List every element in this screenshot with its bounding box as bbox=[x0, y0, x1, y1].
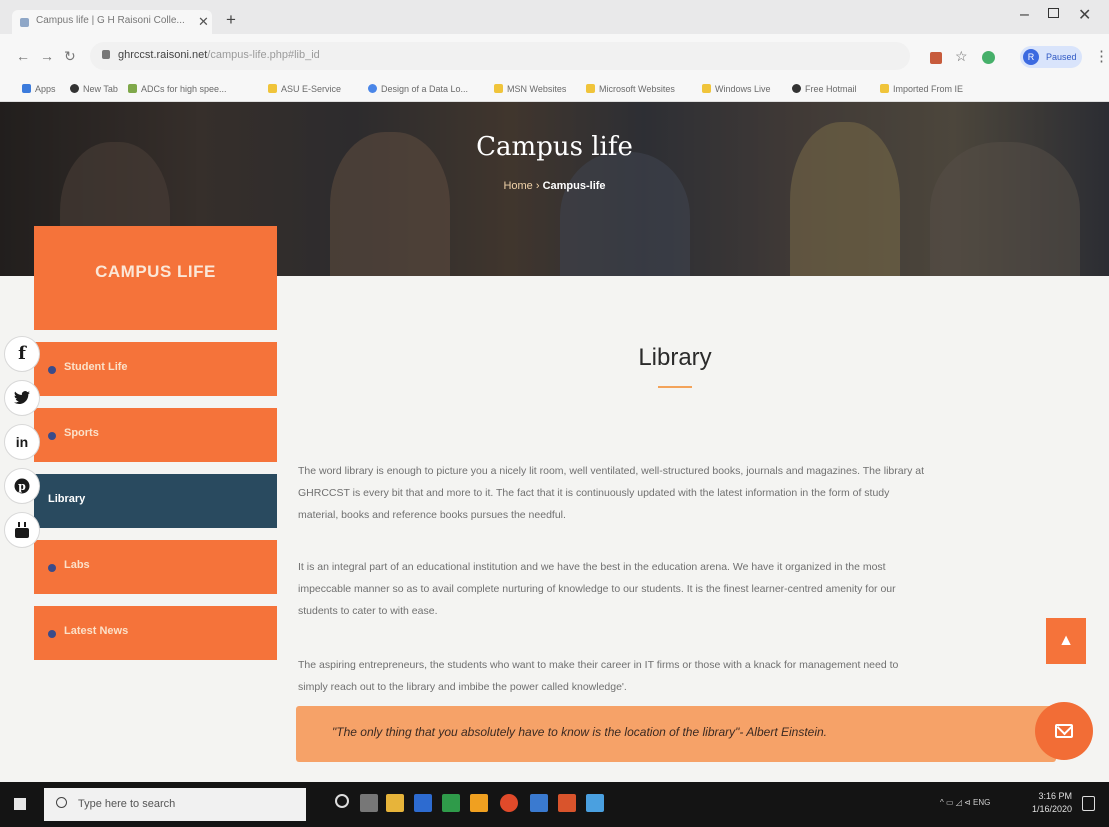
bullet-icon bbox=[48, 564, 56, 572]
bookmark-microsoft[interactable]: Microsoft Websites bbox=[586, 84, 675, 94]
linkedin-icon[interactable]: in bbox=[4, 424, 40, 460]
youtube-icon[interactable] bbox=[4, 512, 40, 548]
paragraph-intro: The word library is enough to picture yo… bbox=[298, 465, 925, 521]
mail-button[interactable] bbox=[1035, 702, 1093, 760]
cortana-icon[interactable] bbox=[335, 794, 349, 808]
twitter-icon[interactable] bbox=[4, 380, 40, 416]
sidebar-item-label: Latest News bbox=[64, 625, 129, 637]
avatar: R bbox=[1023, 49, 1039, 65]
bullet-icon bbox=[48, 366, 56, 374]
outlook-icon[interactable] bbox=[414, 794, 432, 812]
bookmark-hotmail[interactable]: Free Hotmail bbox=[792, 84, 857, 94]
sidebar-item-label: Labs bbox=[64, 559, 90, 571]
taskbar: Type here to search ^ ▭ ◿ ⊲ ENG 3:16 PM … bbox=[0, 782, 1109, 827]
mail-icon bbox=[1055, 724, 1073, 738]
app-icon[interactable] bbox=[586, 794, 604, 812]
forward-icon[interactable]: → bbox=[40, 48, 54, 64]
screen: Campus life | G H Raisoni Colle... ✕ + –… bbox=[0, 0, 1109, 827]
bookmarks-bar: Apps New Tab ADCs for high spee... ASU E… bbox=[0, 80, 1109, 102]
title-underline bbox=[658, 386, 692, 388]
windows-start-icon[interactable] bbox=[14, 798, 26, 810]
notification-icon[interactable] bbox=[1082, 796, 1095, 811]
bookmark-adcs[interactable]: ADCs for high spee... bbox=[128, 84, 227, 94]
extension-green-icon[interactable] bbox=[982, 51, 995, 64]
sidebar-item-latest-news[interactable]: Latest News bbox=[34, 606, 277, 660]
clock-date: 1/16/2020 bbox=[1032, 804, 1073, 814]
menu-dots-icon[interactable]: ⋮ bbox=[1094, 47, 1109, 65]
breadcrumb: Home › Campus-life bbox=[0, 180, 1109, 192]
breadcrumb-separator: › bbox=[535, 180, 540, 192]
new-tab-icon[interactable]: + bbox=[226, 10, 236, 30]
sidebar-header: CAMPUS LIFE bbox=[34, 226, 277, 330]
taskbar-search[interactable]: Type here to search bbox=[44, 788, 306, 821]
maximize-icon[interactable] bbox=[1048, 8, 1059, 18]
sidebar-item-sports[interactable]: Sports bbox=[34, 408, 277, 462]
browser-tab[interactable]: Campus life | G H Raisoni Colle... bbox=[12, 10, 212, 34]
paragraph-entrepreneurs: The aspiring entrepreneurs, the students… bbox=[298, 659, 899, 693]
facebook-icon[interactable]: f bbox=[4, 336, 40, 372]
address-bar: ← → ↻ ghrccst.raisoni.net/campus-life.ph… bbox=[0, 34, 1109, 80]
sidebar-item-label: Library bbox=[48, 493, 86, 505]
extension-icon[interactable] bbox=[930, 52, 942, 64]
minimize-icon[interactable]: – bbox=[1020, 6, 1029, 24]
breadcrumb-current: Campus-life bbox=[542, 180, 606, 192]
clock[interactable]: 3:16 PM 1/16/2020 bbox=[1032, 790, 1072, 816]
app-icon[interactable] bbox=[530, 794, 548, 812]
search-placeholder: Type here to search bbox=[78, 798, 176, 810]
back-icon[interactable]: ← bbox=[16, 48, 30, 64]
browser-tab-strip: Campus life | G H Raisoni Colle... ✕ + –… bbox=[0, 0, 1109, 34]
bookmark-design[interactable]: Design of a Data Lo... bbox=[368, 84, 468, 94]
scroll-top-button[interactable]: ▲ bbox=[1046, 618, 1086, 664]
favicon-icon bbox=[20, 18, 29, 27]
section-title: Library bbox=[638, 344, 712, 371]
profile-button[interactable]: R Paused bbox=[1020, 46, 1082, 68]
lock-icon bbox=[102, 50, 110, 59]
powerpoint-icon[interactable] bbox=[558, 794, 576, 812]
sidebar-item-label: Student Life bbox=[64, 361, 128, 373]
bullet-icon bbox=[48, 432, 56, 440]
bookmark-windows-live[interactable]: Windows Live bbox=[702, 84, 771, 94]
sidebar-item-student-life[interactable]: Student Life bbox=[34, 342, 277, 396]
search-icon bbox=[56, 797, 67, 808]
sidebar-item-label: Sports bbox=[64, 427, 99, 439]
bookmark-msn[interactable]: MSN Websites bbox=[494, 84, 566, 94]
tab-title: Campus life | G H Raisoni Colle... bbox=[36, 15, 185, 26]
sidebar-item-labs[interactable]: Labs bbox=[34, 540, 277, 594]
task-view-icon[interactable] bbox=[360, 794, 378, 812]
page-title: Campus life bbox=[476, 132, 633, 162]
url-text: ghrccst.raisoni.net/campus-life.php#lib_… bbox=[118, 49, 320, 61]
sidebar-title: CAMPUS LIFE bbox=[95, 262, 216, 281]
reload-icon[interactable]: ↻ bbox=[64, 48, 76, 65]
notes-icon[interactable] bbox=[470, 794, 488, 812]
svg-text:p: p bbox=[18, 480, 26, 493]
quote-text: "The only thing that you absolutely have… bbox=[332, 725, 828, 739]
bookmark-apps[interactable]: Apps bbox=[22, 84, 56, 94]
window-close-icon[interactable]: ✕ bbox=[1078, 5, 1091, 25]
pinterest-icon[interactable]: p bbox=[4, 468, 40, 504]
bookmark-new-tab[interactable]: New Tab bbox=[70, 84, 118, 94]
sidebar-item-library[interactable]: Library bbox=[34, 474, 277, 528]
breadcrumb-home[interactable]: Home bbox=[503, 180, 532, 192]
profile-status: Paused bbox=[1046, 52, 1077, 62]
bookmark-imported[interactable]: Imported From IE bbox=[880, 84, 963, 94]
clock-time: 3:16 PM bbox=[1038, 791, 1072, 801]
bookmark-star-icon[interactable]: ☆ bbox=[955, 48, 968, 65]
tab-close-icon[interactable]: ✕ bbox=[198, 14, 209, 30]
file-explorer-icon[interactable] bbox=[386, 794, 404, 812]
system-tray[interactable]: ^ ▭ ◿ ⊲ ENG bbox=[940, 798, 990, 807]
url-field[interactable]: ghrccst.raisoni.net/campus-life.php#lib_… bbox=[90, 42, 910, 70]
paragraph-integral: It is an integral part of an educational… bbox=[298, 561, 896, 617]
excel-icon[interactable] bbox=[442, 794, 460, 812]
bullet-icon bbox=[48, 630, 56, 638]
chrome-icon[interactable] bbox=[500, 794, 518, 812]
bookmark-asu[interactable]: ASU E-Service bbox=[268, 84, 341, 94]
quote-banner: "The only thing that you absolutely have… bbox=[296, 706, 1056, 762]
